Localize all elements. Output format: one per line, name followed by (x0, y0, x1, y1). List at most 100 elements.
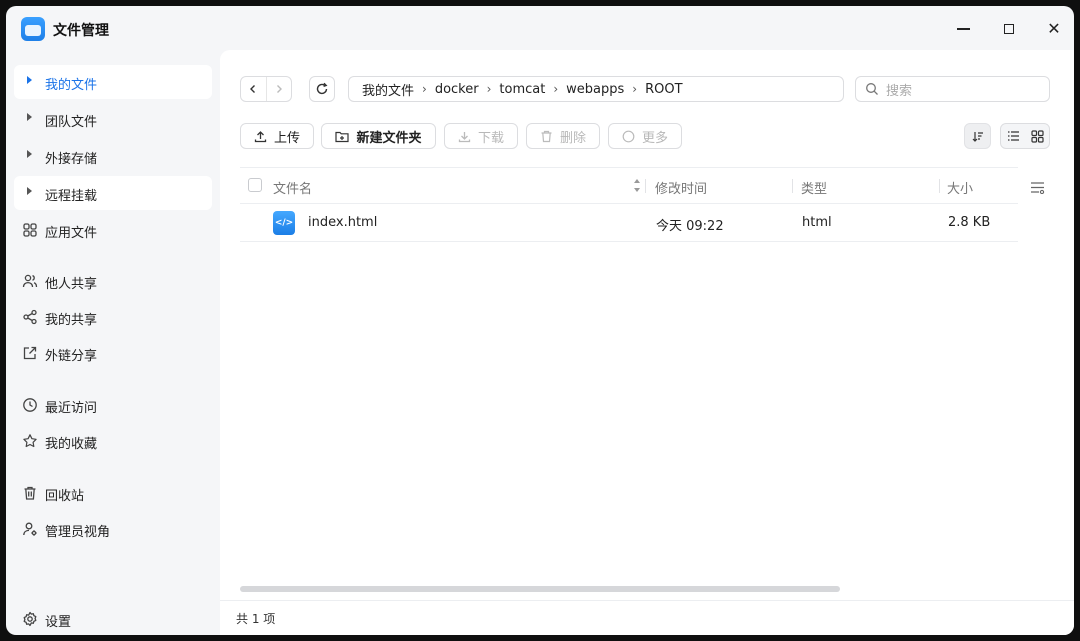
column-divider (792, 179, 793, 193)
delete-button[interactable]: 删除 (526, 123, 600, 149)
settings-button[interactable]: 设置 (14, 602, 212, 635)
horizontal-scrollbar[interactable] (240, 586, 840, 592)
close-icon: ✕ (1047, 19, 1061, 38)
sidebar-item-label: 我的收藏 (45, 437, 98, 452)
column-header-name[interactable]: 文件名 (273, 178, 312, 197)
sidebar-item-app-files[interactable]: 应用文件 (14, 213, 212, 247)
more-icon (622, 130, 635, 142)
column-header-type[interactable]: 类型 (801, 178, 827, 197)
forward-button[interactable] (265, 77, 292, 101)
minimize-icon (956, 28, 970, 30)
trash-icon (24, 486, 36, 500)
chevron-right-icon: › (422, 82, 427, 96)
column-header-size[interactable]: 大小 (947, 178, 973, 197)
sidebar-item-label: 应用文件 (45, 226, 98, 241)
back-button[interactable] (241, 77, 266, 101)
settings-label: 设置 (45, 615, 72, 630)
caret-right-icon (27, 150, 32, 158)
download-label: 下载 (477, 130, 504, 146)
sidebar-item-shared-with-me[interactable]: 他人共享 (14, 264, 212, 298)
search-input[interactable]: 搜索 (855, 76, 1050, 102)
share-icon (23, 309, 37, 325)
sidebar-item-my-shares[interactable]: 我的共享 (14, 300, 212, 334)
sidebar-item-label: 外接存储 (45, 152, 98, 167)
clock-icon (23, 398, 37, 412)
breadcrumb-item[interactable]: docker (435, 82, 479, 97)
minimize-button[interactable] (952, 18, 974, 40)
select-all-checkbox[interactable] (248, 178, 262, 192)
column-header-modified[interactable]: 修改时间 (655, 178, 707, 197)
sidebar-item-recycle-bin[interactable]: 回收站 (14, 476, 212, 510)
list-view-icon (1007, 131, 1019, 141)
table-header: 文件名 修改时间 类型 大小 (240, 167, 1018, 204)
list-view-button[interactable] (1001, 124, 1025, 148)
more-label: 更多 (641, 130, 668, 146)
file-name[interactable]: index.html (308, 215, 377, 230)
new-folder-button[interactable]: 新建文件夹 (321, 123, 436, 149)
sort-arrows-icon[interactable] (633, 178, 641, 193)
sidebar-item-my-files[interactable]: 我的文件 (14, 65, 212, 99)
breadcrumb-item[interactable]: tomcat (499, 82, 545, 97)
column-settings-icon[interactable] (1030, 181, 1045, 194)
footer-divider (220, 600, 1074, 601)
app-title: 文件管理 (53, 23, 109, 39)
app-logo-icon (21, 17, 45, 41)
sidebar-item-link-shares[interactable]: 外链分享 (14, 336, 212, 370)
column-divider (645, 179, 646, 193)
users-icon (22, 274, 38, 288)
table-row[interactable]: </> index.html 今天 09:22 html 2.8 KB (240, 204, 1018, 242)
column-divider (939, 179, 940, 193)
file-manager-window: 文件管理 ✕ 我的文件 团队文件 外接存储 远程挂载 应用文件 他人共享 我的共… (6, 6, 1074, 635)
upload-button[interactable]: 上传 (240, 123, 314, 149)
apps-grid-icon (23, 223, 37, 237)
sidebar-item-label: 我的文件 (45, 78, 98, 93)
grid-view-icon (1030, 129, 1044, 143)
file-modified: 今天 09:22 (656, 219, 724, 234)
sidebar-item-remote-mount[interactable]: 远程挂载 (14, 176, 212, 210)
chevron-right-icon: › (486, 82, 492, 96)
file-size: 2.8 KB (948, 215, 991, 230)
sidebar-item-label: 远程挂载 (45, 189, 98, 204)
sidebar-item-label: 回收站 (45, 489, 85, 504)
chevron-left-icon (250, 85, 256, 93)
breadcrumb-item[interactable]: 我的文件 (362, 80, 414, 99)
breadcrumb: 我的文件 › docker › tomcat › webapps › ROOT (348, 76, 844, 102)
chevron-right-icon: › (553, 82, 559, 96)
download-button[interactable]: 下载 (444, 123, 518, 149)
breadcrumb-item[interactable]: webapps (566, 82, 624, 97)
sidebar-item-external-storage[interactable]: 外接存储 (14, 139, 212, 173)
close-button[interactable]: ✕ (1043, 18, 1065, 40)
item-count: 共 1 项 (236, 612, 276, 626)
refresh-icon (316, 82, 328, 95)
delete-label: 删除 (559, 130, 586, 146)
caret-right-icon (27, 187, 32, 195)
caret-right-icon (27, 113, 32, 121)
sidebar-item-team-files[interactable]: 团队文件 (14, 102, 212, 136)
star-icon (23, 434, 37, 448)
maximize-button[interactable] (998, 18, 1020, 40)
sidebar-item-label: 外链分享 (45, 349, 98, 364)
new-folder-icon (335, 131, 350, 142)
sidebar-item-label: 我的共享 (45, 313, 98, 328)
new-folder-label: 新建文件夹 (356, 130, 422, 146)
sidebar-item-favorites[interactable]: 我的收藏 (14, 424, 212, 458)
more-button[interactable]: 更多 (608, 123, 682, 149)
sidebar-item-recent[interactable]: 最近访问 (14, 388, 212, 422)
maximize-icon (1004, 24, 1014, 34)
refresh-button[interactable] (309, 76, 335, 102)
gear-icon (23, 611, 37, 627)
breadcrumb-item[interactable]: ROOT (645, 82, 682, 97)
sidebar-item-label: 他人共享 (45, 277, 98, 292)
chevron-right-icon: › (632, 82, 638, 96)
chevron-right-icon (276, 85, 282, 93)
grid-view-button[interactable] (1025, 124, 1049, 148)
sidebar-item-admin-view[interactable]: 管理员视角 (14, 512, 212, 546)
view-toggle (1000, 123, 1050, 149)
download-icon (458, 131, 471, 142)
search-icon (866, 83, 878, 95)
admin-icon (23, 522, 37, 536)
trash-icon (541, 130, 552, 142)
sort-button[interactable] (964, 123, 991, 149)
upload-icon (254, 130, 267, 142)
title-bar: 文件管理 ✕ (6, 6, 1074, 52)
